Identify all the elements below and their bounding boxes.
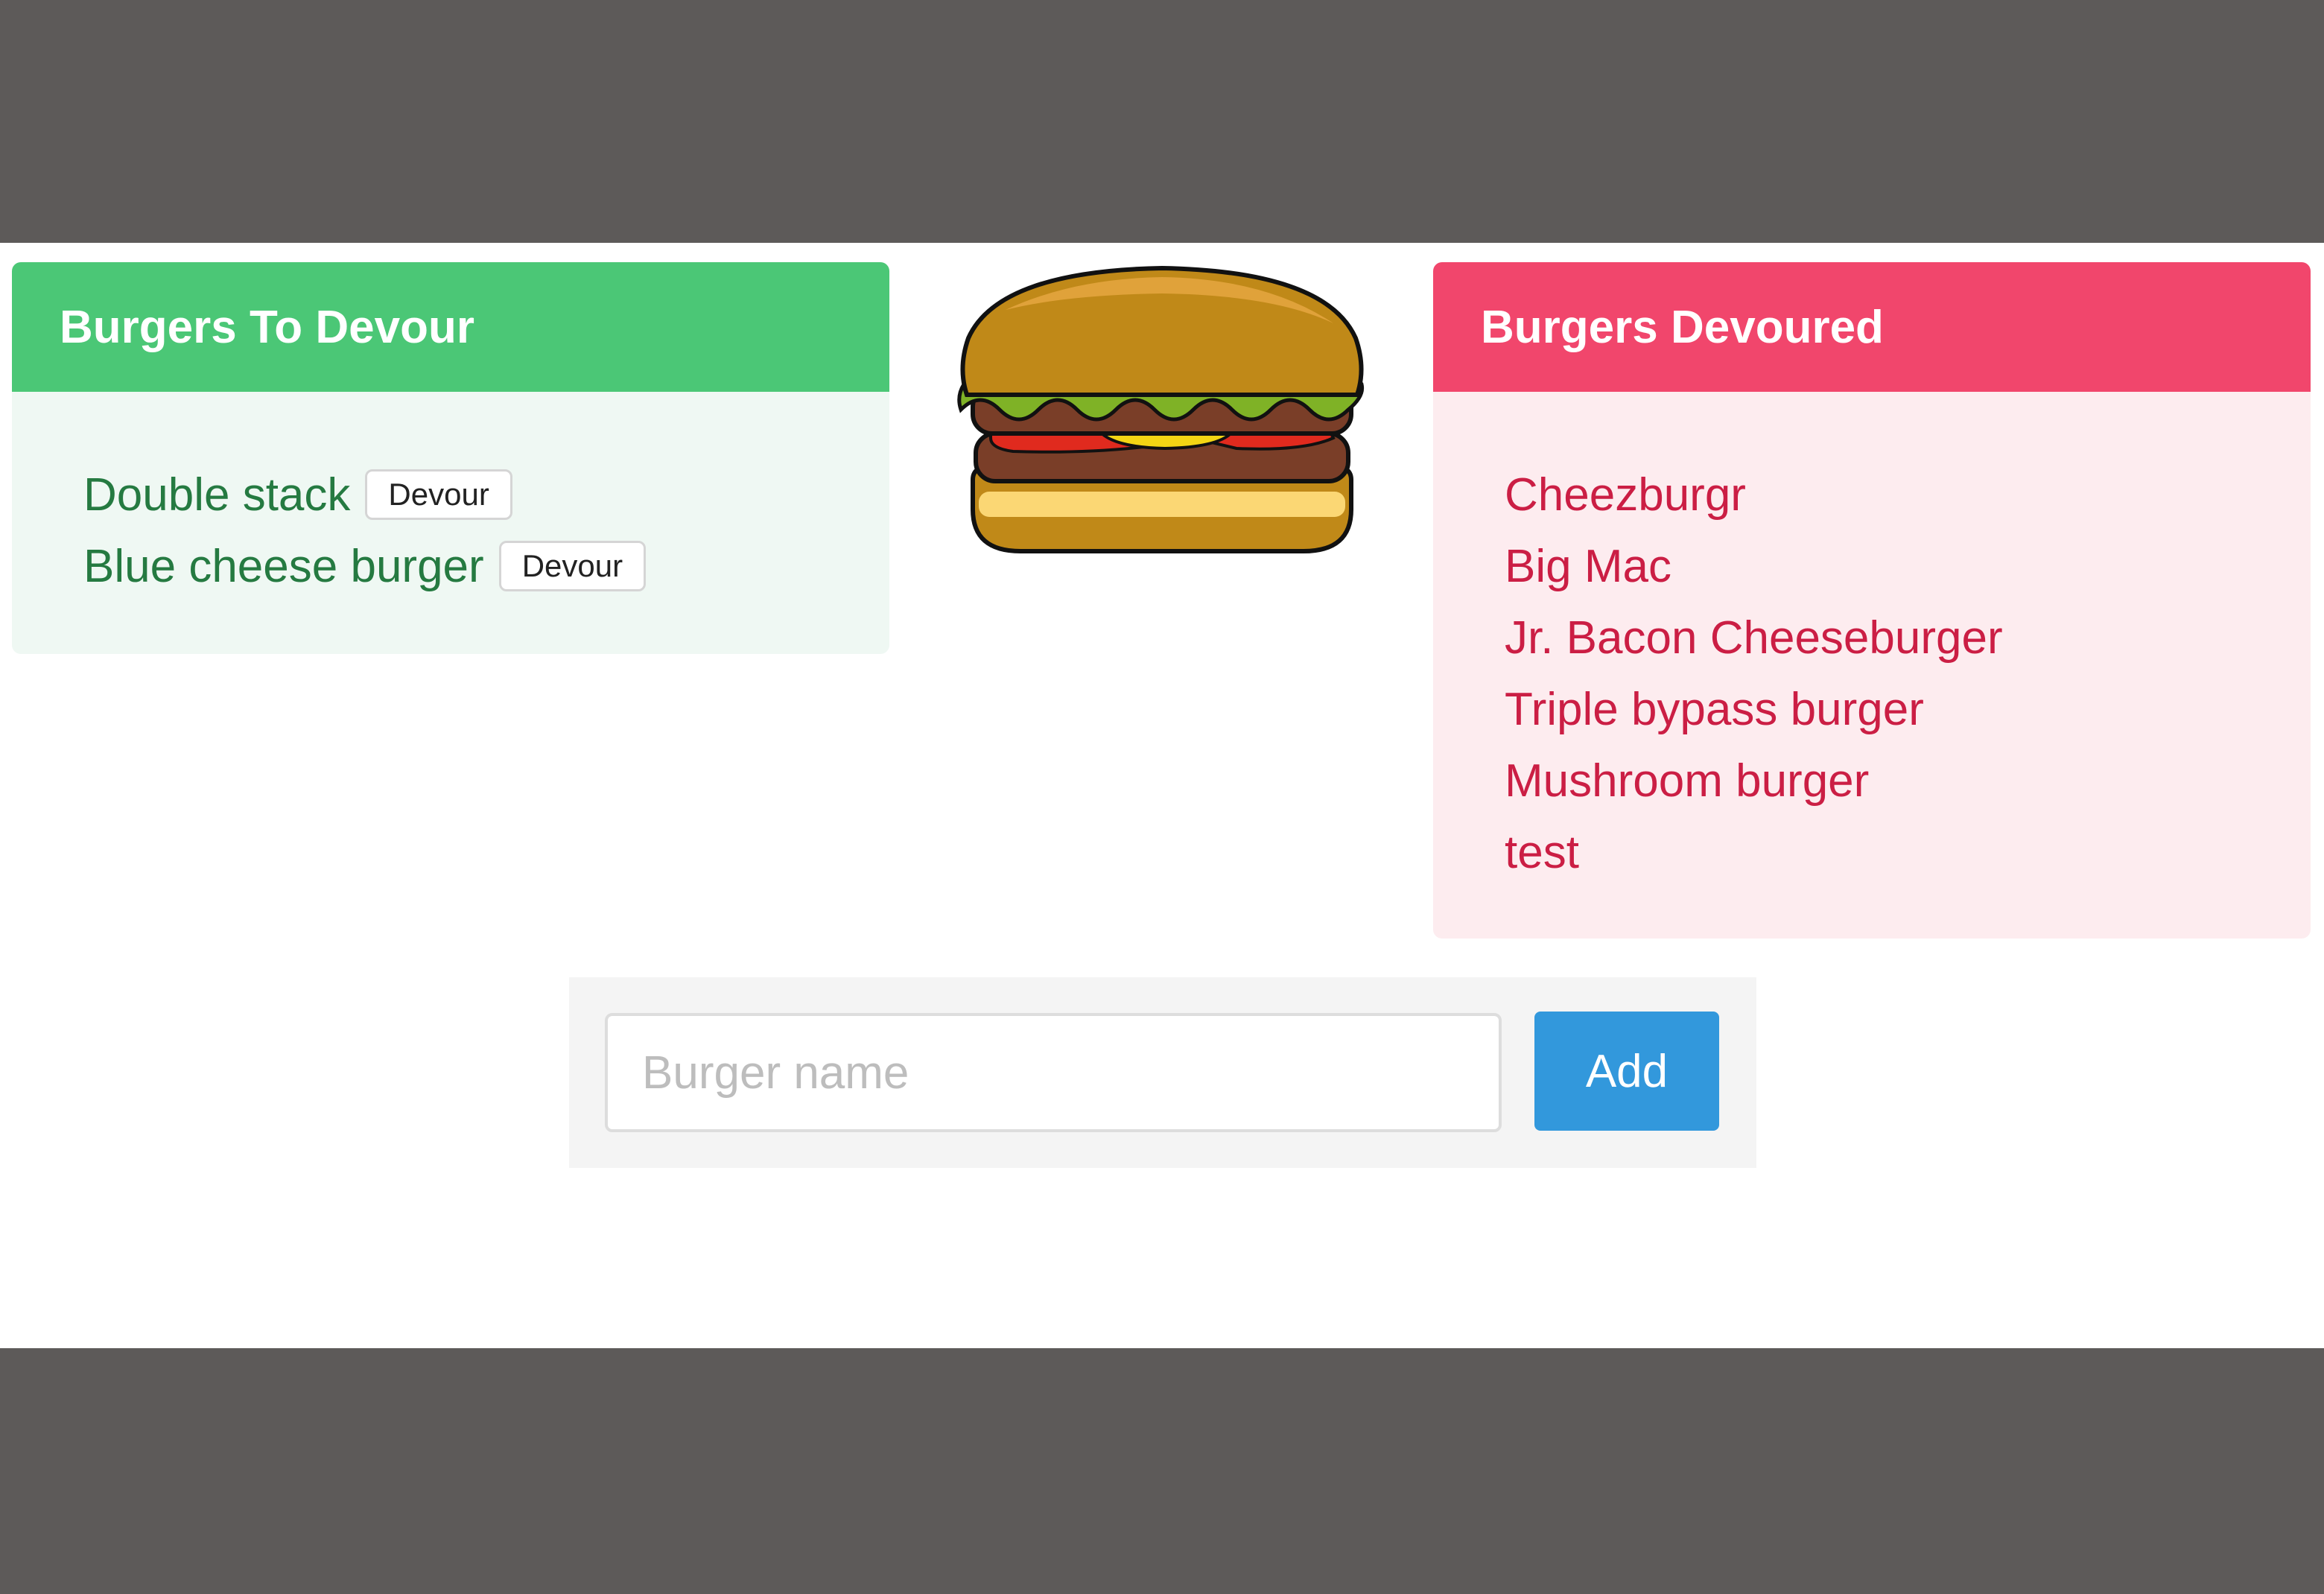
- list-item: Big Mac: [1505, 540, 1671, 592]
- devour-button[interactable]: Devour: [498, 541, 647, 591]
- bottom-backdrop: [0, 1348, 2324, 1594]
- add-burger-form: Add: [569, 977, 1756, 1168]
- burger-name: Double stack: [83, 469, 351, 521]
- burgers-to-devour-title: Burgers To Devour: [12, 262, 889, 392]
- burgers-to-devour-panel: Burgers To Devour Double stack Devour Bl…: [12, 262, 889, 654]
- add-button[interactable]: Add: [1534, 1012, 1719, 1131]
- hamburger-icon: [953, 256, 1371, 569]
- list-item: test: [1505, 826, 1579, 878]
- burger-name-input[interactable]: [605, 1013, 1502, 1132]
- list-item: Double stack Devour: [83, 459, 889, 530]
- burger-name: Blue cheese burger: [83, 540, 484, 592]
- list-item: Triple bypass burger: [1505, 683, 1924, 735]
- burgers-devoured-list: Cheezburgr Big Mac Jr. Bacon Cheeseburge…: [1433, 392, 2311, 888]
- list-item: Jr. Bacon Cheeseburger: [1505, 612, 2003, 664]
- burgers-devoured-panel: Burgers Devoured Cheezburgr Big Mac Jr. …: [1433, 262, 2311, 939]
- list-item: Blue cheese burger Devour: [83, 530, 889, 602]
- burgers-devoured-title: Burgers Devoured: [1433, 262, 2311, 392]
- burgers-to-devour-list: Double stack Devour Blue cheese burger D…: [12, 392, 889, 602]
- list-item: Cheezburgr: [1505, 469, 1746, 521]
- top-backdrop: [0, 0, 2324, 243]
- list-item: Mushroom burger: [1505, 755, 1870, 807]
- devour-button[interactable]: Devour: [365, 469, 512, 520]
- page-content: Burgers To Devour Double stack Devour Bl…: [0, 243, 2324, 1348]
